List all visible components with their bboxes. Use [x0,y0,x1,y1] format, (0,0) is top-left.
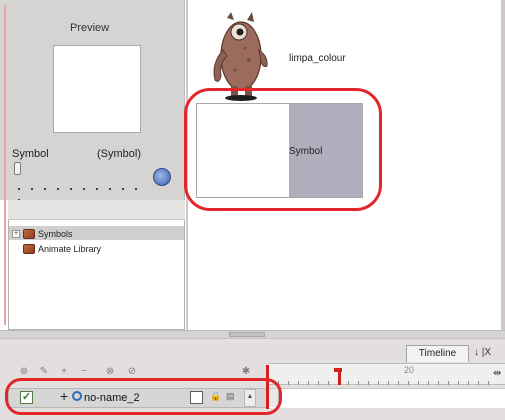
highlight-ring [184,88,382,211]
library-item-label: limpa_colour [289,53,346,64]
tree-item-symbols[interactable]: + Symbols [12,227,73,240]
tab-menu-icon[interactable]: ↓ |X [470,345,505,362]
library-edge [501,0,505,330]
splitter-grip[interactable] [229,332,265,337]
layer-tool-icon[interactable]: ⊕ [18,366,30,378]
play-button[interactable] [153,168,171,186]
tree-item-label: Symbols [38,228,73,239]
preview-thumbnail [53,45,141,133]
peg-tool-icon[interactable]: ⊗ [104,366,116,378]
frame-slider-handle[interactable] [14,162,21,175]
library-tree-header [8,200,185,220]
folder-icon [23,228,35,239]
panel-edge [4,5,6,325]
symbol-label: Symbol [12,148,49,160]
layer-frames[interactable] [268,388,505,408]
folder-icon [23,243,35,254]
expand-icon[interactable]: + [12,229,20,238]
onion-skin-icon[interactable]: ✱ [240,366,252,378]
frame-number: 20 [404,365,415,375]
frame-ruler[interactable] [268,363,505,385]
scroll-right-icon[interactable]: ⇹ [493,368,501,379]
tab-timeline[interactable]: Timeline [406,345,469,362]
tree-item-label: Animate Library [38,243,102,254]
highlight-ring [5,378,282,415]
tree-item-animate-library[interactable]: Animate Library [23,242,101,255]
playhead[interactable] [338,370,341,385]
add-tool-icon[interactable]: + [58,366,70,378]
remove-tool-icon[interactable]: − [78,366,90,378]
preview-title: Preview [70,22,110,34]
edit-tool-icon[interactable]: ✎ [38,366,50,378]
symbol-name-label: (Symbol) [97,148,142,160]
link-tool-icon[interactable]: ⊘ [126,366,138,378]
frame-slider-ticks [18,182,148,201]
